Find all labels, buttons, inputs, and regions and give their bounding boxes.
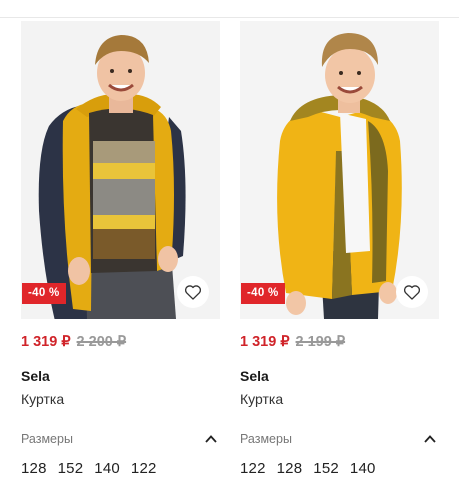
current-price: 1 319 ₽ (21, 334, 71, 350)
price-row: 1 319 ₽ 2 200 ₽ (21, 334, 220, 354)
sizes-label: Размеры (21, 432, 73, 446)
size-option[interactable]: 152 (58, 460, 84, 477)
top-divider (0, 0, 459, 18)
heart-icon (403, 285, 421, 300)
size-option[interactable]: 140 (350, 460, 376, 477)
sizes-header[interactable]: Размеры (240, 431, 439, 447)
size-option[interactable]: 140 (94, 460, 120, 477)
size-option[interactable]: 152 (313, 460, 339, 477)
discount-badge: -40 % (241, 283, 285, 304)
product-photo-illustration (240, 21, 439, 319)
favorite-button[interactable] (396, 276, 428, 308)
product-photo[interactable]: -40 % (21, 21, 220, 319)
heart-icon (184, 285, 202, 300)
chevron-up-icon[interactable] (423, 432, 437, 446)
price-row: 1 319 ₽ 2 199 ₽ (240, 334, 439, 354)
product-type[interactable]: Куртка (21, 391, 220, 409)
favorite-button[interactable] (177, 276, 209, 308)
chevron-up-icon[interactable] (204, 432, 218, 446)
product-card[interactable]: -40 % 1 319 ₽ 2 200 ₽ Sela Куртка Размер… (21, 21, 220, 477)
size-option[interactable]: 128 (277, 460, 303, 477)
size-option[interactable]: 122 (240, 460, 266, 477)
size-option[interactable]: 122 (131, 460, 157, 477)
sizes-label: Размеры (240, 432, 292, 446)
size-option[interactable]: 128 (21, 460, 47, 477)
product-photo-illustration (21, 21, 220, 319)
product-card[interactable]: -40 % 1 319 ₽ 2 199 ₽ Sela Куртка Размер… (240, 21, 439, 477)
old-price: 2 199 ₽ (295, 334, 346, 350)
product-brand[interactable]: Sela (240, 368, 439, 386)
sizes-header[interactable]: Размеры (21, 431, 220, 447)
product-brand[interactable]: Sela (21, 368, 220, 386)
sizes-list: 122 128 152 140 (240, 460, 439, 477)
discount-badge: -40 % (22, 283, 66, 304)
product-photo[interactable]: -40 % (240, 21, 439, 319)
current-price: 1 319 ₽ (240, 334, 290, 350)
product-type[interactable]: Куртка (240, 391, 439, 409)
old-price: 2 200 ₽ (76, 334, 127, 350)
sizes-list: 128 152 140 122 (21, 460, 220, 477)
